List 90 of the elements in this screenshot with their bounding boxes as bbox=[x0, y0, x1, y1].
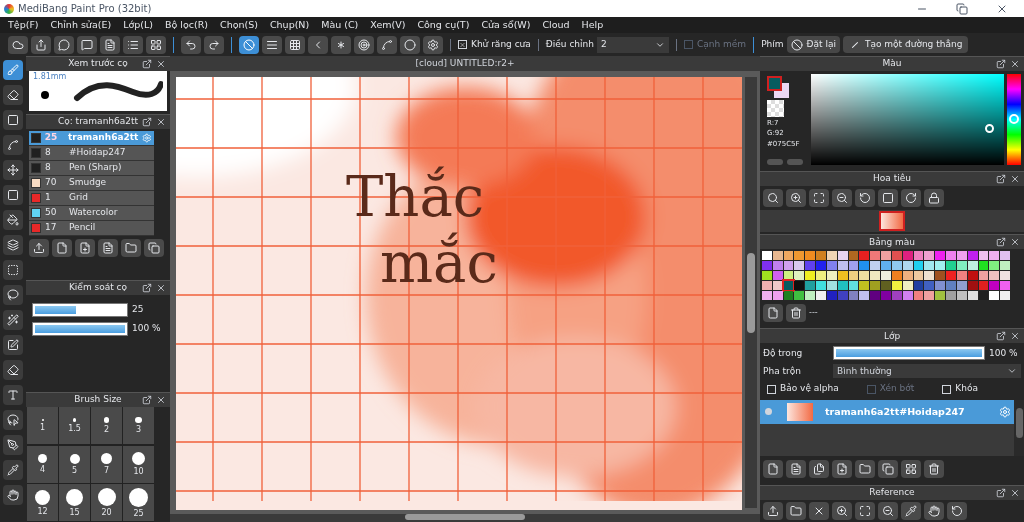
brush-size: 1 bbox=[45, 191, 52, 205]
panel-title: Bảng màu bbox=[869, 235, 915, 249]
brush-size-cell[interactable]: 1 bbox=[27, 407, 58, 444]
window-title: MediBang Paint Pro (32bit) bbox=[18, 2, 152, 16]
brush-item[interactable]: 17 Pencil bbox=[29, 221, 154, 236]
checkbox-label: Khử răng cưa bbox=[471, 37, 531, 51]
blend-label: Pha trộn bbox=[763, 364, 802, 378]
brush-name: Smudge bbox=[69, 176, 107, 190]
brush-size-cell[interactable]: 4 bbox=[27, 445, 58, 483]
keys-label: Phím bbox=[761, 37, 784, 51]
size-label: 1.5 bbox=[68, 424, 81, 433]
canvas[interactable]: Thắc mắc bbox=[176, 77, 742, 510]
brush-size-cell[interactable]: 7 bbox=[91, 445, 122, 483]
menu-item[interactable]: Cửa sổ(W) bbox=[481, 17, 531, 33]
slider-value: 25 bbox=[132, 303, 144, 317]
brush-name: Grid bbox=[69, 191, 88, 205]
brush-name: Pencil bbox=[69, 221, 96, 235]
menu-item[interactable]: Cloud bbox=[542, 17, 570, 33]
document-tab[interactable]: [cloud] UNTITLED:r2+ bbox=[170, 56, 760, 71]
menu-item[interactable]: Màu (C) bbox=[321, 17, 359, 33]
brush-size: 17 bbox=[45, 221, 58, 235]
menu-item[interactable]: Chụp(N) bbox=[269, 17, 310, 33]
brush-size-cell[interactable]: 15 bbox=[59, 484, 90, 522]
size-label: 12 bbox=[37, 507, 48, 516]
straight-line-button[interactable]: Tạo một đường thẳng bbox=[842, 36, 969, 53]
checkbox-label: Bảo vệ alpha bbox=[780, 382, 839, 396]
size-label: 2 bbox=[103, 425, 110, 434]
palette-name: --- bbox=[809, 307, 818, 320]
size-label: 3 bbox=[135, 426, 142, 435]
brush-size-cell[interactable]: 12 bbox=[27, 484, 58, 522]
brush-name: tramanh6a2tt bbox=[68, 131, 139, 145]
brush-size-cell[interactable]: 5 bbox=[59, 445, 90, 483]
menu-item[interactable]: Xem(V) bbox=[370, 17, 406, 33]
brush-item[interactable]: 70 Smudge bbox=[29, 176, 154, 191]
correction-select[interactable]: 2 bbox=[597, 36, 669, 53]
checkbox[interactable]: Bảo vệ alpha bbox=[767, 382, 839, 396]
size-label: 20 bbox=[101, 509, 112, 518]
brush-size: 8 bbox=[45, 146, 52, 160]
checkbox-label: Khóa bbox=[955, 382, 978, 396]
size-label: 15 bbox=[69, 508, 80, 517]
brush-name: Watercolor bbox=[69, 206, 118, 220]
brush-item[interactable]: 8 Pen (Sharp) bbox=[29, 161, 154, 176]
checkbox-label: Xén bớt bbox=[879, 382, 915, 396]
slider-value: 100 % bbox=[132, 322, 161, 336]
brush-size: 8 bbox=[45, 161, 52, 175]
size-label: 5 bbox=[71, 466, 78, 475]
reset-button[interactable]: Đặt lại bbox=[786, 36, 840, 53]
panel-title: Xem trước cọ bbox=[68, 57, 128, 71]
panel-title: Kiểm soát cọ bbox=[68, 281, 128, 295]
panel-title: Hoa tiêu bbox=[873, 172, 911, 186]
panel-title: Cọ: tramanh6a2tt bbox=[57, 115, 139, 129]
brush-name: Pen (Sharp) bbox=[69, 161, 122, 175]
brush-item[interactable]: 50 Watercolor bbox=[29, 206, 154, 221]
brush-size: 70 bbox=[45, 176, 58, 190]
panel-title: Lớp bbox=[883, 329, 901, 343]
brush-size-cell[interactable]: 10 bbox=[123, 445, 154, 483]
checkbox-label: Cạnh mềm bbox=[697, 37, 747, 51]
brush-size-cell[interactable]: 25 bbox=[123, 484, 154, 522]
panel-title: Brush Size bbox=[74, 393, 122, 407]
menu-item[interactable]: Tệp(F) bbox=[8, 17, 39, 33]
layer-name: tramanh6a2tt#Hoidap247 bbox=[825, 404, 965, 419]
menu-item[interactable]: Chọn(S) bbox=[220, 17, 258, 33]
opacity-label: Độ trong bbox=[763, 346, 804, 360]
brush-size: 25 bbox=[44, 131, 59, 145]
blend-select[interactable]: Bình thường bbox=[833, 364, 1021, 379]
menu-item[interactable]: Công cụ(T) bbox=[417, 17, 470, 33]
size-label: 10 bbox=[133, 468, 144, 477]
menu-item[interactable]: Help bbox=[581, 17, 604, 33]
slider-value: 100 % bbox=[989, 346, 1018, 360]
menu-item[interactable]: Chỉnh sửa(E) bbox=[50, 17, 112, 33]
size-label: 1 bbox=[39, 424, 46, 432]
brush-size: 50 bbox=[45, 206, 58, 220]
menu-item[interactable]: Lớp(L) bbox=[123, 17, 153, 33]
size-label: 4 bbox=[39, 465, 46, 474]
panel-title: Màu bbox=[882, 57, 902, 71]
correction-label: Điều chỉnh bbox=[545, 37, 594, 51]
brush-name: #Hoidap247 bbox=[69, 146, 126, 160]
panel-title: Reference bbox=[869, 486, 915, 500]
brush-size-cell[interactable]: 3 bbox=[123, 407, 154, 444]
checkbox[interactable]: Khóa bbox=[942, 382, 978, 396]
brush-size-label: 1.81mm bbox=[33, 71, 67, 83]
size-label: 25 bbox=[133, 510, 144, 519]
brush-size-cell[interactable]: 1.5 bbox=[59, 407, 90, 444]
brush-item[interactable]: 8 #Hoidap247 bbox=[29, 146, 154, 161]
menu-item[interactable]: Bộ lọc(R) bbox=[164, 17, 208, 33]
brush-size-cell[interactable]: 2 bbox=[91, 407, 122, 444]
brush-item[interactable]: 1 Grid bbox=[29, 191, 154, 206]
checkbox[interactable]: Khử răng cưa bbox=[458, 37, 531, 52]
size-label: 7 bbox=[103, 467, 110, 476]
brush-size-cell[interactable]: 20 bbox=[91, 484, 122, 522]
